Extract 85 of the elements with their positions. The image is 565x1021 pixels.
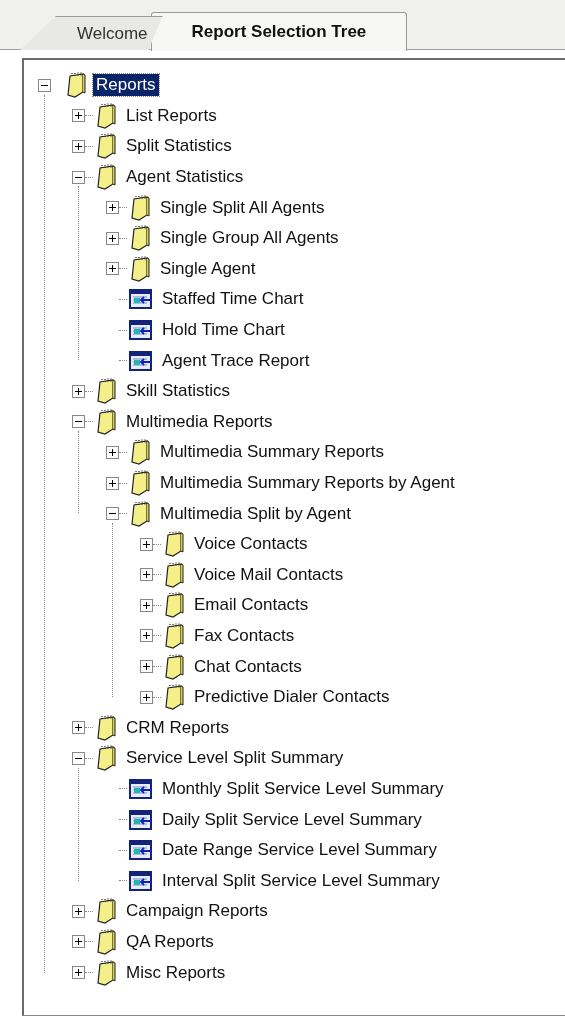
tree-item[interactable]: Agent Trace Report bbox=[159, 349, 313, 372]
notepad-icon bbox=[95, 745, 117, 772]
tree-item[interactable]: Multimedia Reports bbox=[123, 410, 276, 433]
table-report-icon bbox=[129, 350, 153, 371]
expand-button[interactable] bbox=[72, 966, 85, 979]
tree-item[interactable]: Skill Statistics bbox=[123, 380, 233, 403]
notepad-icon bbox=[95, 164, 117, 191]
table-report-icon bbox=[129, 870, 153, 891]
expand-button[interactable] bbox=[72, 109, 85, 123]
tree-item[interactable]: Voice Mail Contacts bbox=[191, 563, 347, 586]
notepad-icon bbox=[129, 194, 151, 221]
notepad-icon bbox=[129, 439, 151, 466]
tree-item[interactable]: Split Statistics bbox=[123, 135, 235, 158]
expand-button[interactable] bbox=[140, 537, 153, 551]
expand-button[interactable] bbox=[72, 384, 85, 398]
tree-item[interactable]: Date Range Service Level Summary bbox=[159, 839, 440, 862]
notepad-icon bbox=[163, 531, 185, 558]
notepad-icon bbox=[65, 72, 87, 99]
table-report-icon bbox=[129, 778, 153, 799]
tree-item[interactable]: List Reports bbox=[123, 104, 220, 127]
table-report-icon bbox=[129, 289, 153, 310]
expand-button[interactable] bbox=[140, 598, 153, 612]
expand-button[interactable] bbox=[140, 568, 153, 582]
collapse-button[interactable] bbox=[38, 78, 51, 92]
expand-button[interactable] bbox=[72, 140, 85, 153]
table-report-icon bbox=[129, 840, 153, 861]
expand-button[interactable] bbox=[106, 262, 119, 276]
expand-button[interactable] bbox=[72, 721, 85, 735]
notepad-icon bbox=[163, 653, 185, 680]
notepad-icon bbox=[129, 255, 151, 282]
collapse-button[interactable] bbox=[72, 415, 85, 429]
tree-item[interactable]: Reports bbox=[93, 74, 159, 97]
tree-item[interactable]: Hold Time Chart bbox=[159, 319, 288, 342]
tree-item[interactable]: Email Contacts bbox=[191, 594, 312, 617]
notepad-icon bbox=[95, 378, 117, 405]
tree-item[interactable]: Multimedia Summary Reports bbox=[157, 441, 387, 464]
notepad-icon bbox=[95, 714, 117, 741]
expand-button[interactable] bbox=[140, 660, 153, 674]
tree-item[interactable]: Monthly Split Service Level Summary bbox=[159, 777, 447, 800]
notepad-icon bbox=[95, 133, 117, 160]
table-report-icon bbox=[129, 320, 153, 341]
notepad-icon bbox=[163, 684, 185, 711]
notepad-icon bbox=[95, 408, 117, 435]
tree-item[interactable]: Predictive Dialer Contacts bbox=[191, 686, 393, 709]
expand-button[interactable] bbox=[72, 935, 85, 949]
collapse-button[interactable] bbox=[72, 751, 85, 765]
expand-button[interactable] bbox=[106, 476, 119, 490]
tree-item[interactable]: Campaign Reports bbox=[123, 900, 271, 923]
collapse-button[interactable] bbox=[72, 170, 85, 184]
tab[interactable]: Report Selection Tree bbox=[150, 12, 408, 51]
table-report-icon bbox=[129, 809, 153, 830]
expand-button[interactable] bbox=[106, 231, 119, 245]
tree-item[interactable]: Voice Contacts bbox=[191, 533, 311, 556]
expand-button[interactable] bbox=[106, 445, 119, 459]
tree-item[interactable]: Single Split All Agents bbox=[157, 196, 328, 219]
notepad-icon bbox=[163, 623, 185, 649]
notepad-icon bbox=[163, 592, 185, 619]
tree-item[interactable]: QA Reports bbox=[123, 930, 217, 953]
notepad-icon bbox=[129, 500, 151, 527]
notepad-icon bbox=[95, 102, 117, 129]
tab[interactable]: Welcome bbox=[20, 16, 163, 50]
expand-button[interactable] bbox=[140, 629, 153, 643]
tree-item[interactable]: Single Group All Agents bbox=[157, 227, 342, 250]
expand-button[interactable] bbox=[72, 904, 85, 918]
expand-button[interactable] bbox=[140, 690, 153, 704]
notepad-icon bbox=[95, 928, 117, 955]
notepad-icon bbox=[129, 470, 151, 496]
tree-item[interactable]: Daily Split Service Level Summary bbox=[159, 808, 425, 831]
tree-item[interactable]: Chat Contacts bbox=[191, 655, 305, 678]
expand-button[interactable] bbox=[106, 201, 119, 215]
notepad-icon bbox=[129, 225, 151, 252]
tree-item[interactable]: Multimedia Split by Agent bbox=[157, 502, 354, 525]
notepad-icon bbox=[163, 561, 185, 588]
tree-item[interactable]: Interval Split Service Level Summary bbox=[159, 869, 443, 892]
tree-item[interactable]: Misc Reports bbox=[123, 961, 229, 984]
tree-item[interactable]: Single Agent bbox=[157, 257, 259, 280]
notepad-icon bbox=[95, 898, 117, 925]
tree-item[interactable]: Fax Contacts bbox=[191, 625, 298, 647]
tree-item[interactable]: Multimedia Summary Reports by Agent bbox=[157, 472, 458, 494]
tree-item[interactable]: CRM Reports bbox=[123, 716, 232, 739]
tree-item[interactable]: Agent Statistics bbox=[123, 166, 247, 189]
tree-item[interactable]: Staffed Time Chart bbox=[159, 288, 307, 311]
tree-item[interactable]: Service Level Split Summary bbox=[123, 747, 347, 770]
collapse-button[interactable] bbox=[106, 507, 119, 521]
notepad-icon bbox=[95, 959, 117, 986]
